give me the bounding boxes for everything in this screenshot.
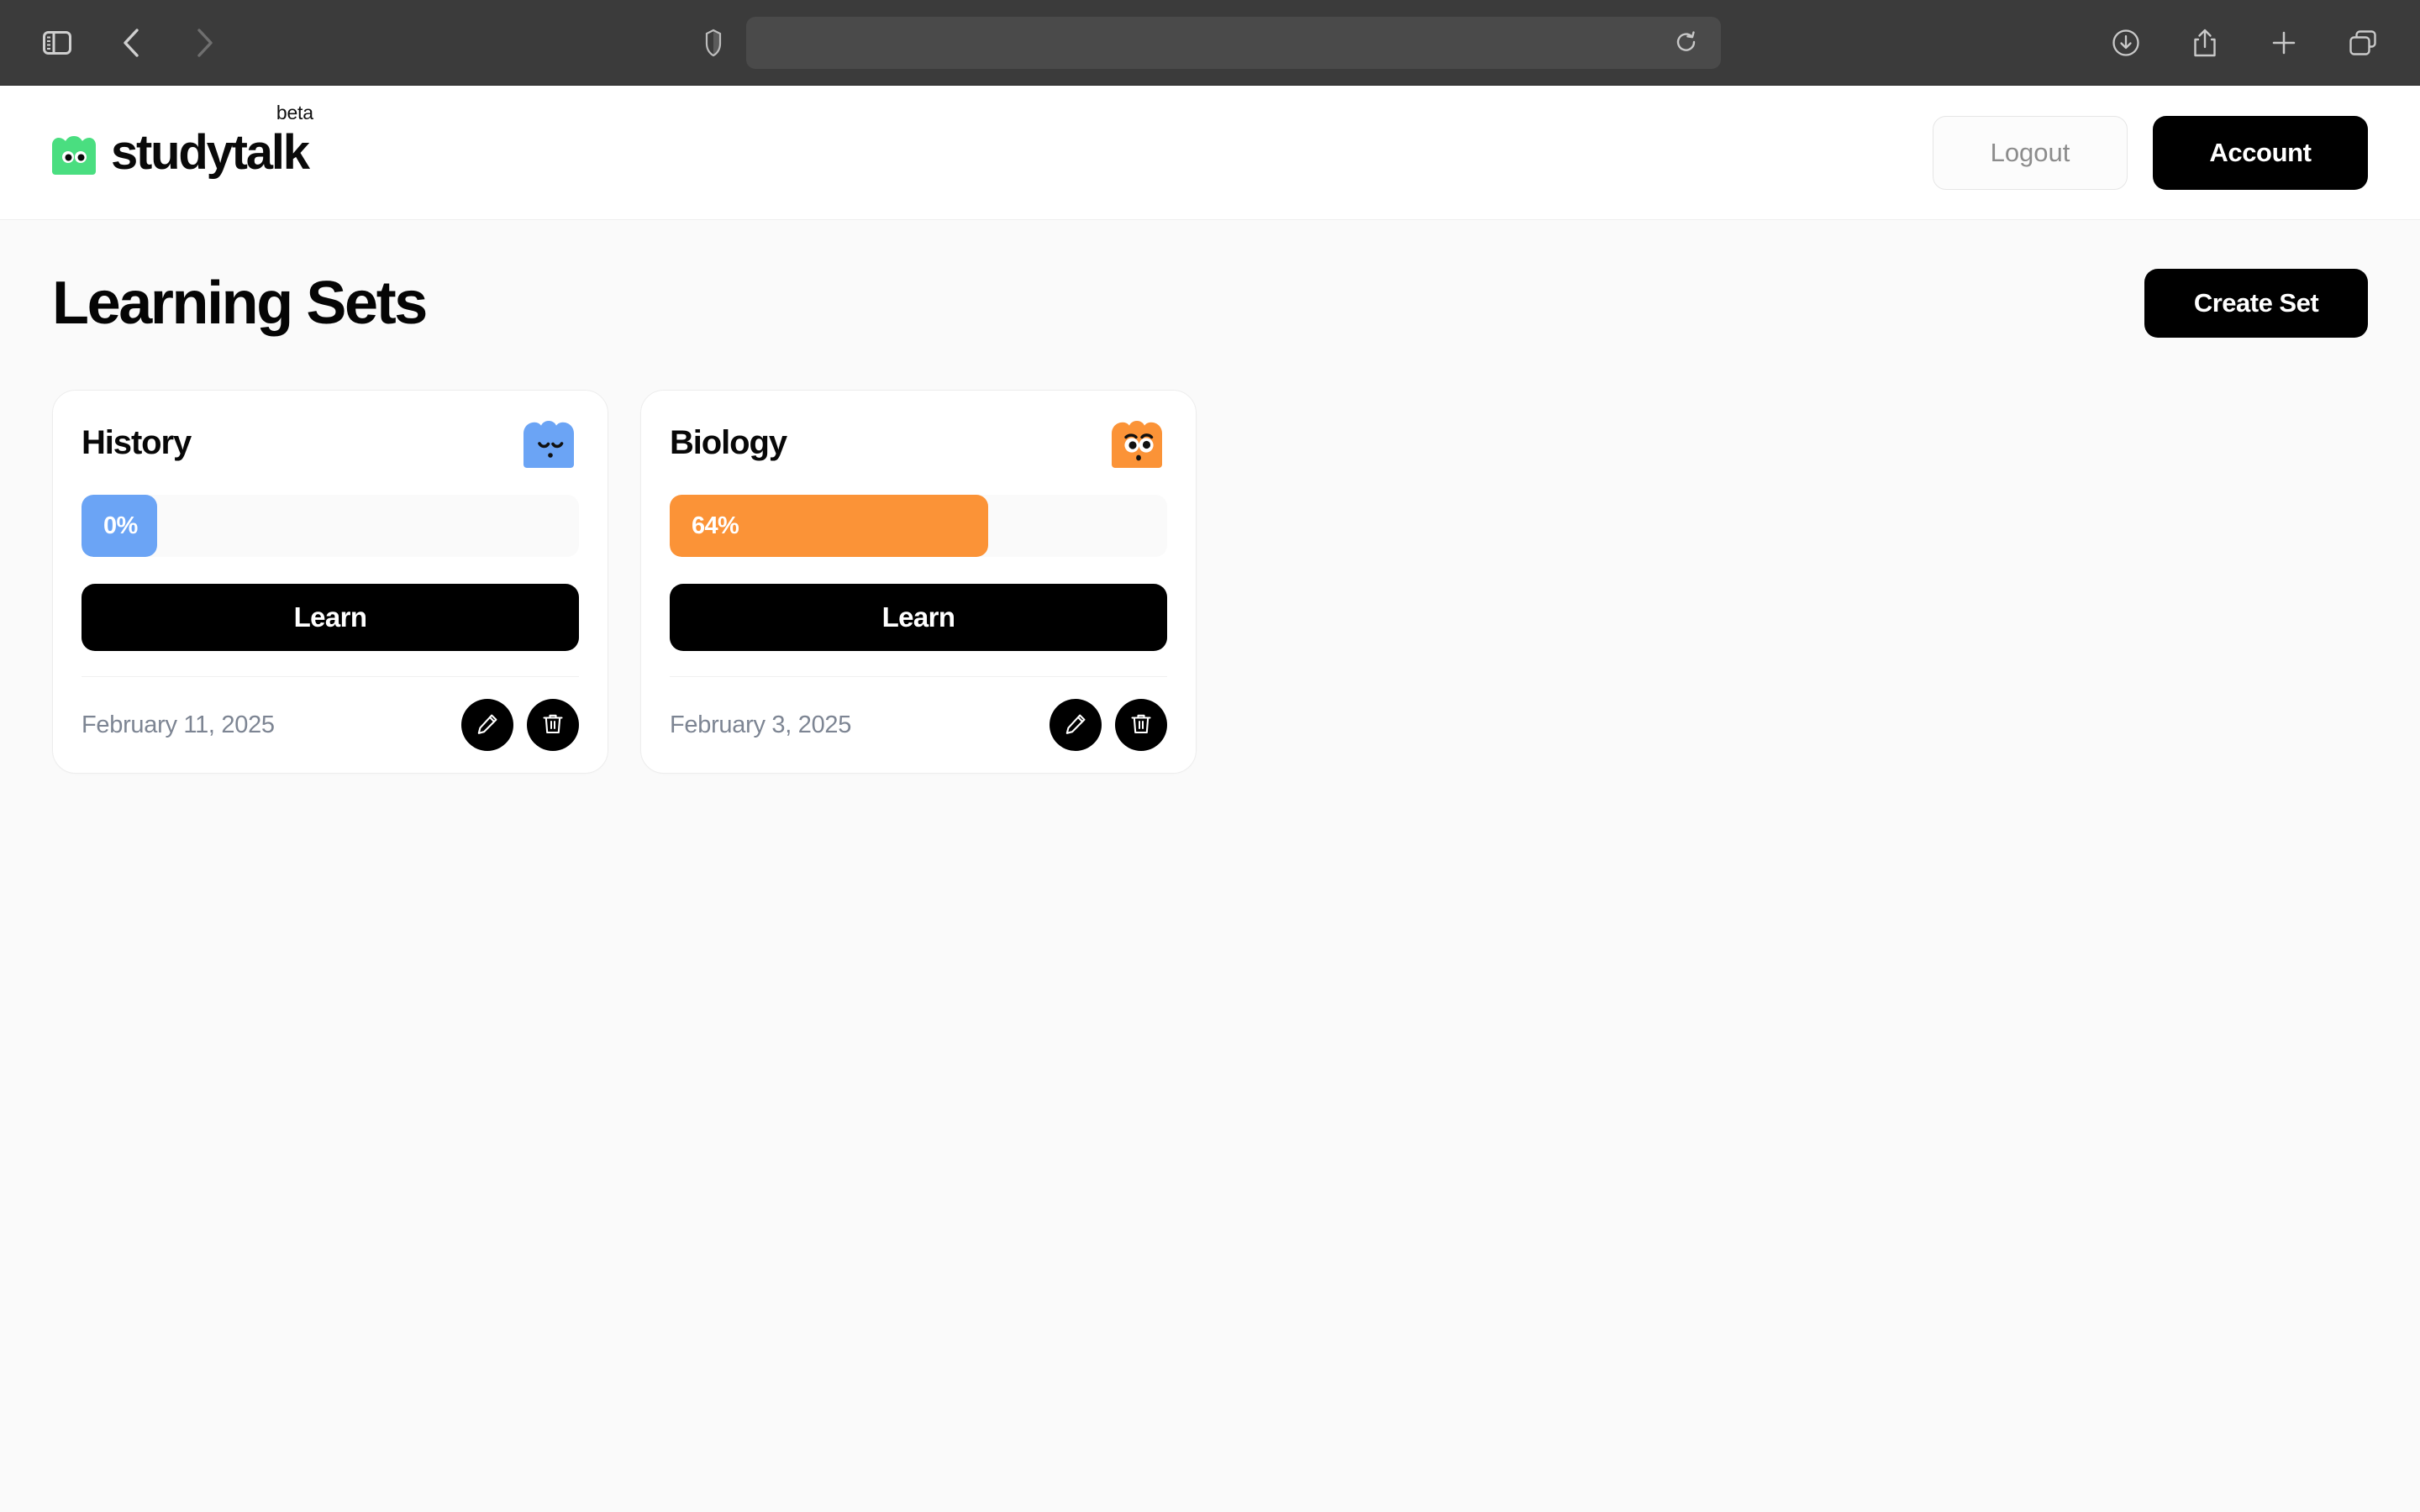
card-footer: February 3, 2025 [670,677,1167,751]
address-bar-area [699,16,1721,69]
progress-track: 0% [82,495,579,557]
progress-label: 0% [103,512,138,539]
sleepy-blue-blob-icon [523,421,574,468]
edit-set-button[interactable] [461,699,513,751]
progress-track: 64% [670,495,1167,557]
card-action-buttons [1050,699,1167,751]
forward-icon[interactable] [182,19,229,66]
browser-nav-controls [34,19,229,66]
learning-set-card[interactable]: History 0% Learn February 11, 2025 [52,390,608,774]
progress-fill: 0% [82,495,157,557]
card-date: February 11, 2025 [82,711,275,738]
main-content: Learning Sets Create Set History 0% Lear… [0,220,2420,1512]
brand-wordmark: studytalk [111,124,310,180]
share-icon[interactable] [2181,19,2228,66]
pencil-icon [1064,712,1087,738]
sidebar-toggle-icon[interactable] [34,19,81,66]
page-header: Learning Sets Create Set [52,269,2368,338]
edit-set-button[interactable] [1050,699,1102,751]
browser-toolbar [0,0,2420,86]
studytalk-blob-icon [52,136,96,176]
back-icon[interactable] [108,19,155,66]
app-header: studytalk beta Logout Account [0,86,2420,220]
learning-set-card[interactable]: Biology 64% Learn February 3, 2025 [640,390,1197,774]
create-set-button[interactable]: Create Set [2144,269,2368,338]
brand-logo[interactable]: studytalk beta [52,102,313,180]
progress-label: 64% [692,512,739,539]
account-button[interactable]: Account [2153,115,2368,190]
delete-set-button[interactable] [1115,699,1167,751]
card-header: Biology [670,419,1167,471]
card-header: History [82,419,579,471]
trash-icon [541,712,565,738]
learn-button[interactable]: Learn [670,584,1167,651]
reload-icon[interactable] [1672,29,1701,57]
privacy-shield-icon[interactable] [699,26,728,60]
header-actions: Logout Account [1933,115,2368,190]
learning-sets-grid: History 0% Learn February 11, 2025 Biolo… [52,390,2368,774]
learn-button[interactable]: Learn [82,584,579,651]
beta-badge: beta [276,101,313,123]
card-date: February 3, 2025 [670,711,852,738]
progress-fill: 64% [670,495,988,557]
browser-actions [2102,19,2386,66]
page-title: Learning Sets [52,270,428,337]
card-action-buttons [461,699,579,751]
surprised-orange-blob-icon [1112,421,1162,468]
card-footer: February 11, 2025 [82,677,579,751]
card-title: Biology [670,424,787,461]
trash-icon [1129,712,1153,738]
delete-set-button[interactable] [527,699,579,751]
card-title: History [82,424,192,461]
downloads-icon[interactable] [2102,19,2149,66]
logout-button[interactable]: Logout [1933,115,2128,190]
tab-overview-icon[interactable] [2339,19,2386,66]
brand-wordmark-wrap: studytalk beta [111,102,313,180]
new-tab-icon[interactable] [2260,19,2307,66]
pencil-icon [476,712,499,738]
url-input[interactable] [746,16,1721,69]
